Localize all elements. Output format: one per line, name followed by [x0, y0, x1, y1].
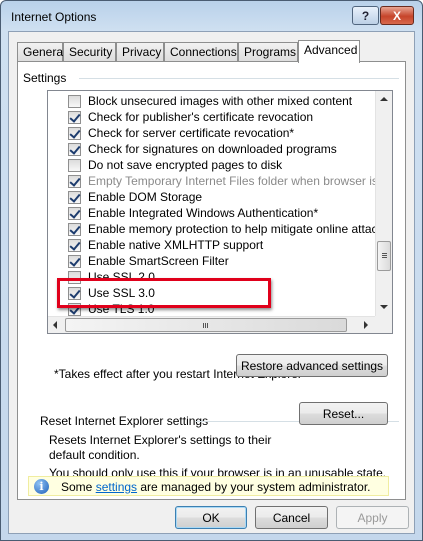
apply-button[interactable]: Apply — [336, 506, 409, 529]
grip-line — [205, 323, 206, 328]
smartscreen-highlight-box — [57, 278, 271, 308]
info-icon: i — [34, 479, 49, 494]
checkbox[interactable] — [68, 207, 81, 220]
infobar-text: Some settings are managed by your system… — [61, 480, 370, 494]
cancel-button[interactable]: Cancel — [255, 506, 328, 529]
dialog-body: General Security Privacy Connections Pro… — [8, 31, 415, 534]
reset-description: Resets Internet Explorer's settings to t… — [49, 433, 272, 462]
tab-privacy[interactable]: Privacy — [116, 42, 164, 62]
infobar-prefix: Some — [61, 480, 96, 494]
checkbox[interactable] — [68, 159, 81, 172]
settings-item[interactable]: Do not save encrypted pages to disk — [48, 157, 378, 173]
settings-item-label: Check for server certificate revocation* — [88, 126, 295, 140]
settings-item-label: Enable native XMLHTTP support — [88, 238, 264, 252]
checkbox[interactable] — [68, 111, 81, 124]
settings-item-label: Enable Integrated Windows Authentication… — [88, 206, 319, 220]
close-button[interactable]: X — [380, 6, 414, 25]
scroll-down-icon[interactable] — [380, 305, 388, 309]
help-icon: ? — [361, 8, 370, 23]
settings-item: Empty Temporary Internet Files folder wh… — [48, 173, 392, 189]
tab-advanced[interactable]: Advanced — [298, 40, 360, 63]
internet-options-window: Internet Options ? X General Security Pr… — [0, 0, 423, 541]
settings-item-smartscreen[interactable]: Enable SmartScreen Filter — [48, 253, 378, 269]
settings-item[interactable]: Check for signatures on downloaded progr… — [48, 141, 378, 157]
settings-item[interactable]: Enable native XMLHTTP support — [48, 237, 378, 253]
restore-advanced-settings-button[interactable]: Restore advanced settings — [236, 354, 388, 377]
settings-divider — [79, 78, 399, 79]
settings-item[interactable]: Enable Integrated Windows Authentication… — [48, 205, 378, 221]
checkbox[interactable] — [68, 239, 81, 252]
scroll-left-icon[interactable] — [53, 321, 57, 329]
scroll-up-icon[interactable] — [380, 97, 388, 101]
grip-line — [382, 253, 387, 254]
checkbox[interactable] — [68, 223, 81, 236]
settings-group-label: Settings — [23, 71, 67, 85]
settings-link[interactable]: settings — [96, 480, 137, 494]
settings-item[interactable]: Check for publisher's certificate revoca… — [48, 109, 378, 125]
settings-item-label: Check for publisher's certificate revoca… — [88, 110, 314, 124]
checkbox[interactable] — [68, 127, 81, 140]
settings-item-label: Check for signatures on downloaded progr… — [88, 142, 337, 156]
reset-group-label: Reset Internet Explorer settings — [40, 414, 209, 428]
settings-item-label: Empty Temporary Internet Files folder wh… — [88, 174, 393, 188]
grip-line — [207, 323, 208, 328]
checkbox — [68, 175, 81, 188]
settings-item-label: Enable SmartScreen Filter — [88, 254, 229, 268]
tab-connections[interactable]: Connections — [164, 42, 238, 62]
checkbox[interactable] — [68, 143, 81, 156]
infobar-suffix: are managed by your system administrator… — [137, 480, 371, 494]
ok-button[interactable]: OK — [175, 506, 247, 529]
checkbox[interactable] — [68, 191, 81, 204]
grip-line — [382, 255, 387, 256]
tab-general[interactable]: General — [17, 42, 66, 62]
tab-security[interactable]: Security — [63, 42, 116, 62]
settings-item[interactable]: Enable DOM Storage — [48, 189, 378, 205]
checkbox[interactable] — [68, 255, 81, 268]
managed-settings-infobar: i Some settings are managed by your syst… — [28, 476, 389, 496]
reset-button[interactable]: Reset... — [299, 402, 388, 425]
window-title: Internet Options — [11, 10, 97, 24]
grip-line — [203, 323, 204, 328]
settings-item[interactable]: Enable memory protection to help mitigat… — [48, 221, 392, 237]
settings-item-label: Do not save encrypted pages to disk — [88, 158, 283, 172]
settings-item-label: Enable memory protection to help mitigat… — [88, 222, 393, 236]
horizontal-scrollbar[interactable] — [48, 316, 375, 333]
checkbox[interactable] — [68, 95, 81, 108]
close-icon: X — [392, 8, 401, 23]
help-button[interactable]: ? — [352, 6, 379, 25]
scroll-right-icon[interactable] — [364, 321, 368, 329]
settings-item-label: Enable DOM Storage — [88, 190, 203, 204]
settings-item[interactable]: Block unsecured images with other mixed … — [48, 93, 378, 109]
settings-item[interactable]: Check for server certificate revocation* — [48, 125, 378, 141]
vertical-scroll-thumb[interactable] — [377, 241, 391, 271]
settings-item-label: Block unsecured images with other mixed … — [88, 94, 353, 108]
vertical-scrollbar[interactable] — [375, 91, 392, 317]
title-bar[interactable]: Internet Options ? X — [1, 1, 422, 31]
grip-line — [382, 257, 387, 258]
horizontal-scroll-thumb[interactable] — [65, 318, 347, 332]
scrollbar-corner — [375, 316, 392, 333]
tab-programs[interactable]: Programs — [238, 42, 298, 62]
